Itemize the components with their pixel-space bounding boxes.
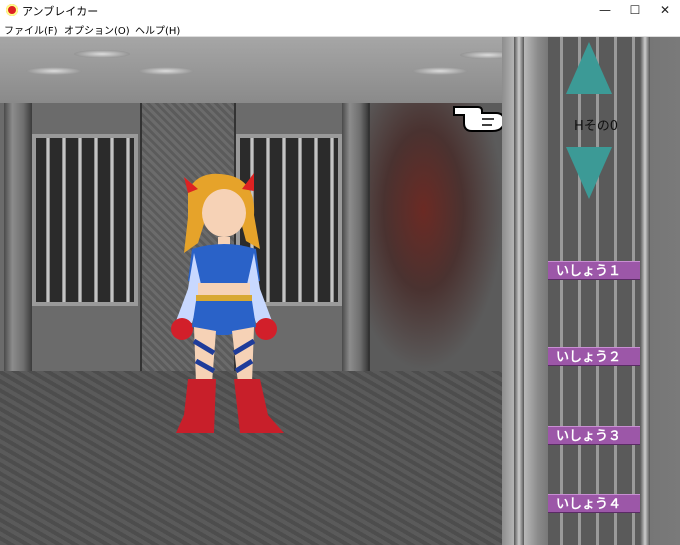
ceiling-light xyxy=(138,67,194,75)
menu-file[interactable]: ファイル(F) xyxy=(4,22,58,37)
pointing-hand-icon xyxy=(453,106,506,132)
app-icon xyxy=(6,4,18,16)
maximize-button[interactable]: ☐ xyxy=(620,0,650,20)
pillar xyxy=(4,103,32,371)
arrow-down-icon[interactable] xyxy=(566,147,612,199)
outfit-button-4[interactable]: いしょう４ xyxy=(548,494,640,513)
ceiling-light xyxy=(412,67,468,75)
ceiling-light xyxy=(74,50,130,58)
outfit-button-2[interactable]: いしょう２ xyxy=(548,347,640,366)
title-bar: アンブレイカー — ☐ ✕ xyxy=(0,0,680,20)
menu-bar: ファイル(F) オプション(O) ヘルプ(H) xyxy=(0,20,680,37)
menu-help[interactable]: ヘルプ(H) xyxy=(135,22,180,37)
arrow-up-icon[interactable] xyxy=(566,42,612,94)
pillar xyxy=(342,103,368,371)
outfit-button-3[interactable]: いしょう３ xyxy=(548,426,640,445)
window-title: アンブレイカー xyxy=(22,5,99,18)
game-scene[interactable]: Hその0 いしょう１ いしょう２ いしょう３ いしょう４ xyxy=(0,37,680,545)
heroine-character xyxy=(171,173,284,433)
ui-panel xyxy=(548,37,640,545)
menu-options[interactable]: オプション(O) xyxy=(64,22,130,37)
close-button[interactable]: ✕ xyxy=(650,0,680,20)
minimize-button[interactable]: — xyxy=(590,0,620,20)
bloodied-wall xyxy=(368,103,506,371)
rail xyxy=(640,37,650,545)
outfit-button-1[interactable]: いしょう１ xyxy=(548,261,640,280)
rail xyxy=(514,37,524,545)
ceiling xyxy=(0,37,516,103)
prison-cell-left xyxy=(32,134,138,306)
ceiling-light xyxy=(26,67,82,75)
scene-label: Hその0 xyxy=(573,119,619,134)
